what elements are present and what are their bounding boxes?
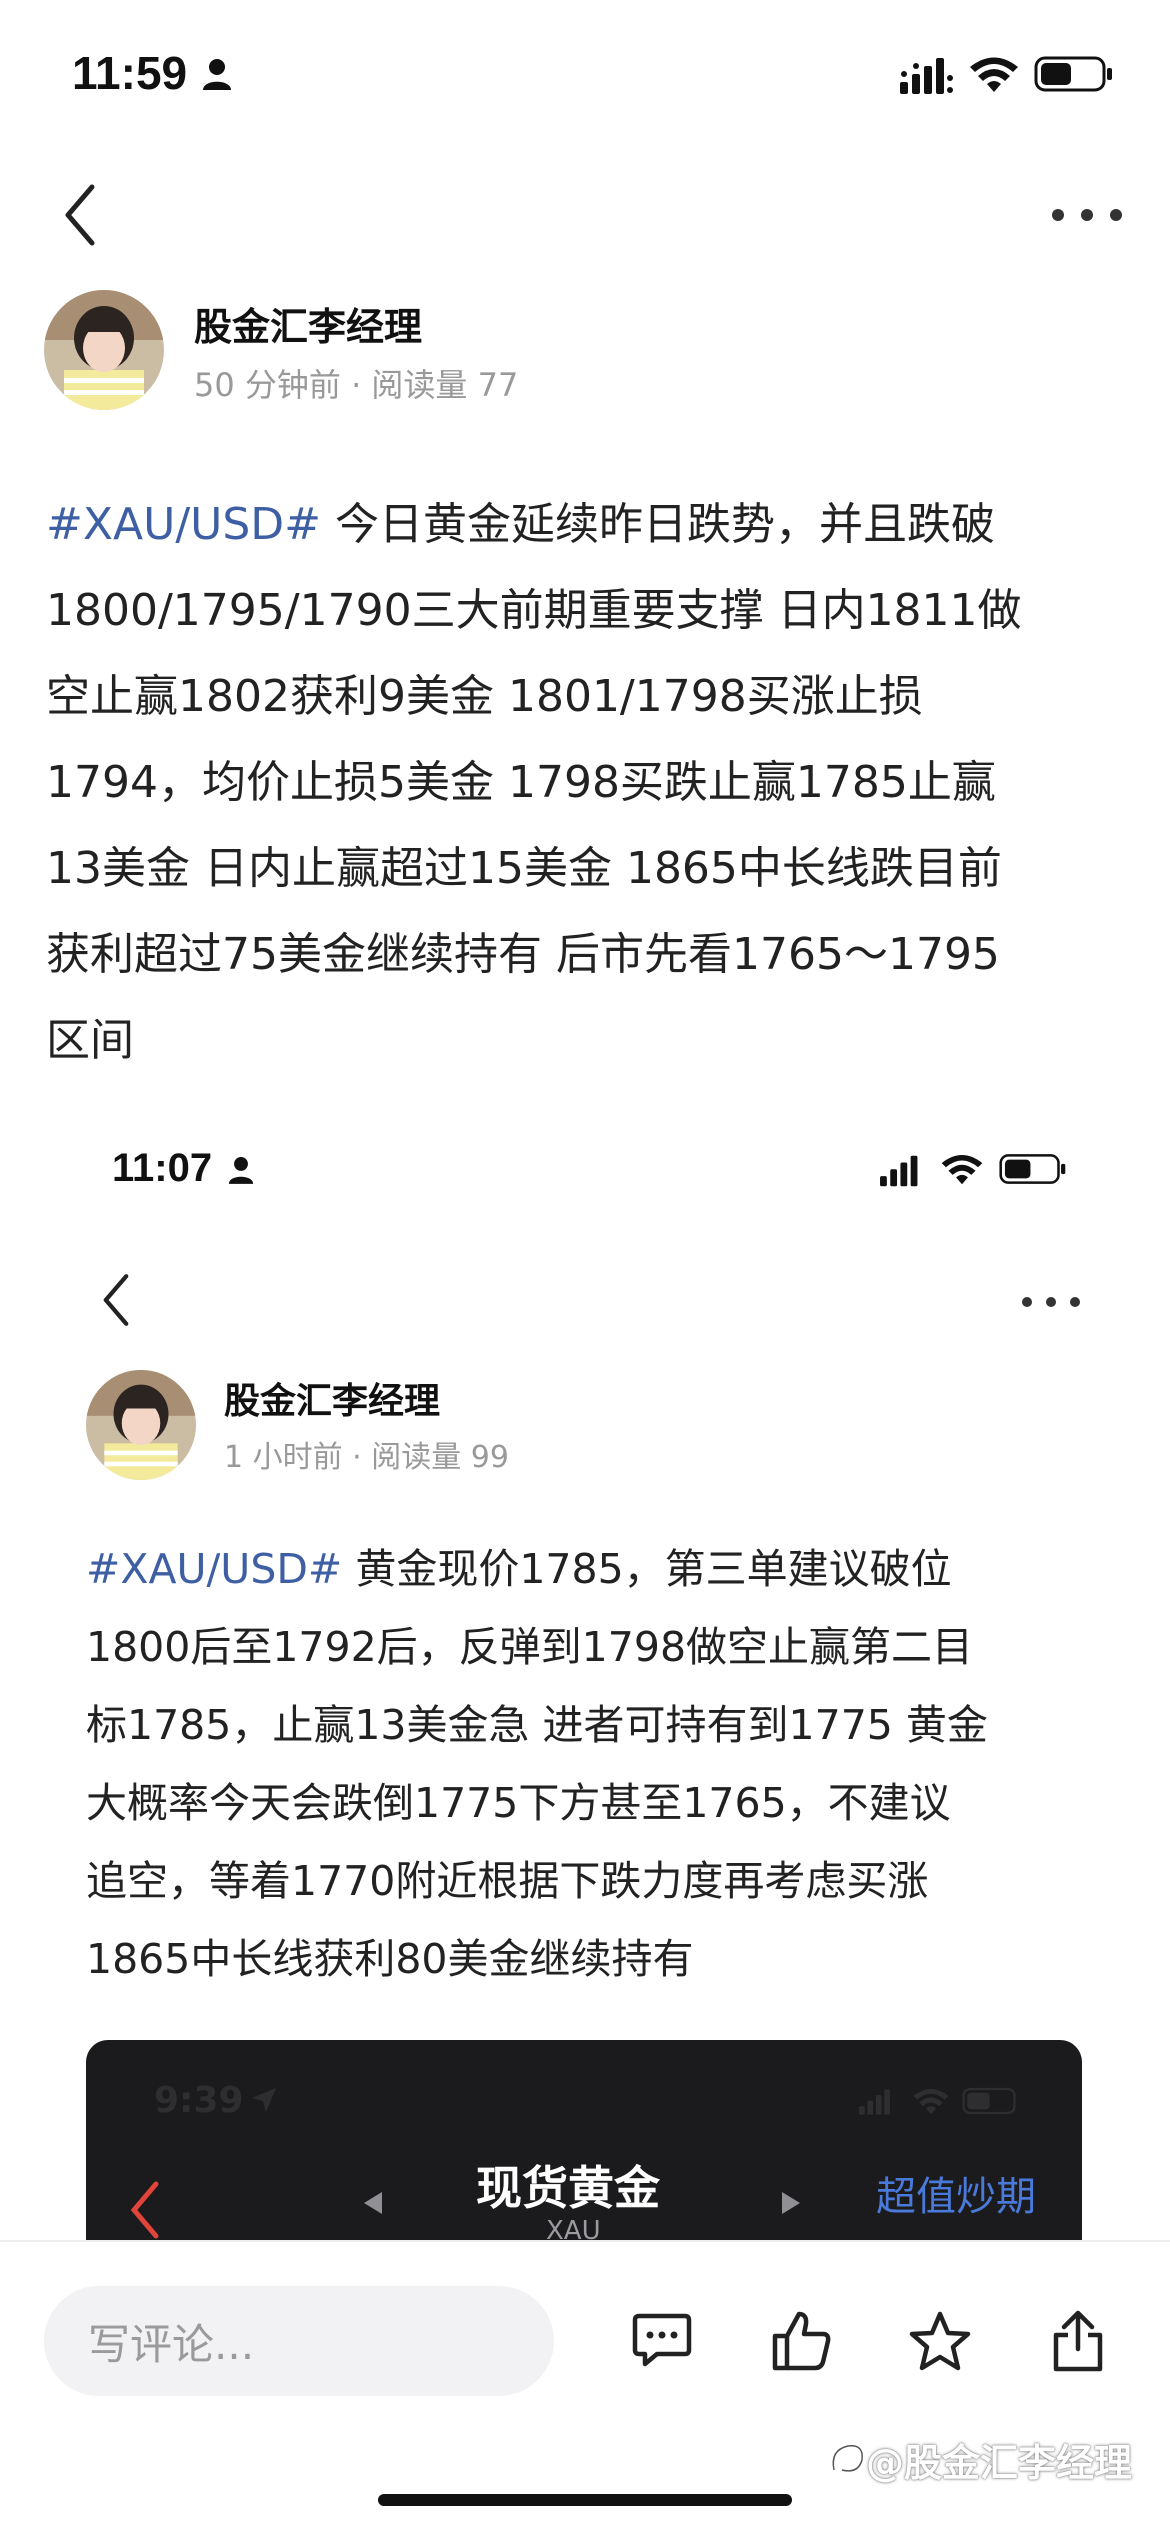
status-bar: 11:59 <box>0 0 1170 150</box>
home-indicator <box>378 2494 792 2506</box>
share-button[interactable] <box>1038 2296 1118 2386</box>
embedded-line-5: 追空，等着1770附近根据下跌力度再考虑买涨 <box>86 1857 929 1905</box>
status-time: 11:59 <box>72 47 188 99</box>
nested-wifi-icon <box>913 2088 949 2115</box>
comment-icon <box>632 2313 692 2367</box>
author-name[interactable]: 股金汇李经理 <box>194 296 422 351</box>
nested-signal-icon <box>859 2089 890 2115</box>
post-line-7: 区间 <box>46 1015 134 1066</box>
embedded-line-1: #XAU/USD# 黄金现价1785，第三单建议破位 <box>86 1545 952 1593</box>
post-line-5: 13美金 日内止赢超过15美金 1865中长线跌目前 <box>46 843 1002 894</box>
more-button[interactable] <box>1052 200 1122 230</box>
nested-back-icon <box>130 2181 159 2239</box>
comment-button[interactable] <box>622 2296 702 2386</box>
nested-status-time: 9:39 <box>154 2080 244 2121</box>
hashtag-link[interactable]: #XAU/USD# <box>46 499 321 550</box>
embedded-hashtag: #XAU/USD# <box>86 1545 343 1593</box>
embedded-avatar <box>86 1370 196 1480</box>
avatar[interactable] <box>44 290 164 410</box>
nested-next-icon <box>782 2192 800 2214</box>
comment-placeholder: 写评论... <box>88 2319 255 2369</box>
like-button[interactable] <box>762 2296 842 2386</box>
nested-prev-icon <box>364 2192 382 2214</box>
nested-right-link: 超值炒期 <box>876 2174 1036 2220</box>
watermark-logo-icon <box>831 2443 865 2473</box>
back-button[interactable] <box>40 170 120 260</box>
embedded-line-6: 1865中长线获利80美金继续持有 <box>86 1935 694 1983</box>
embedded-person-icon <box>228 1157 254 1184</box>
nested-screenshot: 9:39 现货黄金 XAU 超值炒期 <box>86 2040 1082 2240</box>
post-line-4: 1794，均价止损5美金 1798买跌止赢1785止赢 <box>46 757 996 808</box>
battery-icon <box>1034 56 1112 92</box>
embedded-line-4: 大概率今天会跌倒1775下方甚至1765，不建议 <box>86 1779 951 1827</box>
thumbs-up-icon <box>772 2311 831 2371</box>
embedded-more-button <box>1022 1290 1080 1314</box>
nested-subtitle: XAU <box>546 2216 601 2240</box>
comment-input[interactable]: 写评论... <box>44 2286 554 2396</box>
chevron-left-icon <box>65 184 95 246</box>
embedded-status-time: 11:07 <box>112 1146 213 1190</box>
star-icon <box>909 2311 971 2371</box>
embedded-signal-icon <box>880 1155 918 1187</box>
embedded-screenshot[interactable]: 11:07 股金汇李经理 1 小时前 · 阅读量 99 #XAU/USD# 黄金… <box>0 1110 1170 2240</box>
embedded-author-name: 股金汇李经理 <box>224 1381 441 1422</box>
embedded-back-button <box>86 1260 146 1340</box>
embedded-chevron-left-icon <box>103 1274 129 1326</box>
post-line-2: 1800/1795/1790三大前期重要支撑 日内1811做 <box>46 585 1022 636</box>
avatar-image <box>44 290 164 410</box>
wifi-icon <box>970 57 1018 92</box>
watermark: @股金汇李经理 <box>866 2441 1133 2485</box>
signal-icon <box>900 58 953 94</box>
nested-battery-icon <box>962 2087 1016 2115</box>
embedded-line-3: 标1785，止赢13美金急 进者可持有到1775 黄金 <box>86 1701 988 1749</box>
post-body: #XAU/USD# 今日黄金延续昨日跌势，并且跌破 1800/1795/1790… <box>46 482 1136 1084</box>
post-line-3: 空止赢1802获利9美金 1801/1798买涨止损 <box>46 671 923 722</box>
nested-title: 现货黄金 <box>476 2161 660 2215</box>
bottom-bar: 写评论... @股金汇李经理 <box>0 2240 1170 2532</box>
embedded-more-dots-icon <box>1022 1297 1032 1307</box>
post-meta: 50 分钟前 · 阅读量 77 <box>194 366 519 404</box>
embedded-battery-icon <box>999 1154 1066 1184</box>
post-line-1: #XAU/USD# 今日黄金延续昨日跌势，并且跌破 <box>46 499 996 550</box>
person-icon <box>203 59 231 90</box>
more-dots-icon <box>1052 209 1064 221</box>
embedded-post-body: #XAU/USD# 黄金现价1785，第三单建议破位 1800后至1792后，反… <box>86 1530 1126 1998</box>
embedded-line-2: 1800后至1792后，反弹到1798做空止赢第二目 <box>86 1623 974 1671</box>
share-icon <box>1053 2310 1103 2372</box>
embedded-post-meta: 1 小时前 · 阅读量 99 <box>224 1440 509 1475</box>
favorite-button[interactable] <box>900 2296 980 2386</box>
post-line-6: 获利超过75美金继续持有 后市先看1765～1795 <box>46 929 1000 980</box>
embedded-wifi-icon <box>941 1155 983 1185</box>
nested-location-icon <box>252 2088 276 2112</box>
